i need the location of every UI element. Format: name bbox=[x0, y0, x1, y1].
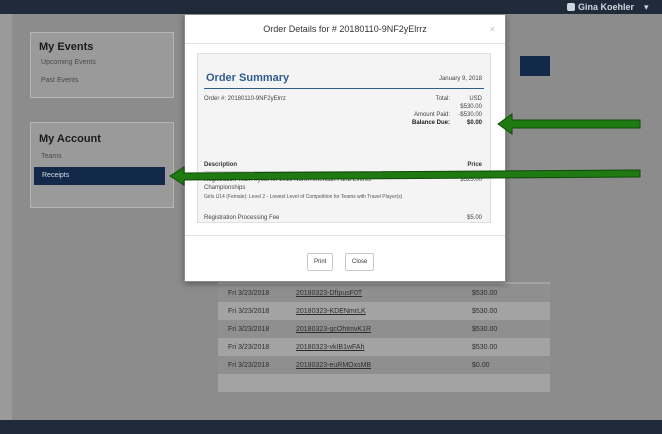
bottom-bar bbox=[0, 420, 662, 434]
arrow-to-receipts bbox=[169, 166, 641, 186]
